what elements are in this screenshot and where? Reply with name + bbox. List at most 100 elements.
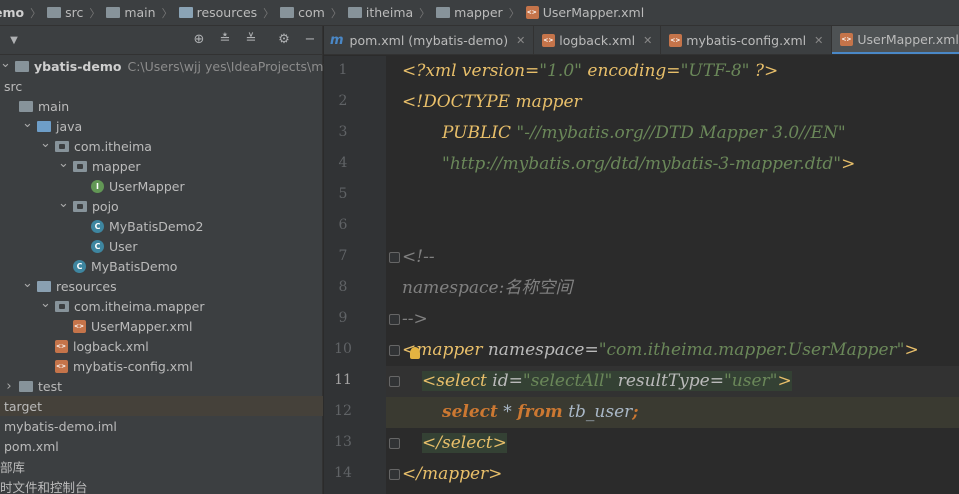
chevron-down-icon[interactable]: ▼	[6, 33, 22, 49]
collapse-all-icon[interactable]: ≚	[243, 32, 259, 48]
tree-item[interactable]: › test	[0, 376, 323, 396]
tree-item[interactable]: ⌄ ybatis-demo C:\Users\wjj yes\IdeaProject…	[0, 56, 385, 76]
tree-item[interactable]: ⌄ com.itheima	[0, 136, 323, 156]
chevron-down-icon[interactable]: ⌄	[58, 156, 69, 171]
tree-item[interactable]: pom.xml	[0, 436, 323, 456]
locate-icon[interactable]: ⊕	[191, 32, 207, 48]
folder-icon	[47, 7, 62, 18]
lightbulb-icon[interactable]	[410, 347, 420, 359]
breadcrumb-src[interactable]: src	[47, 5, 83, 20]
tree-item[interactable]: I UserMapper	[0, 176, 323, 196]
line-number: 6	[338, 217, 348, 233]
tree-item-label: User	[109, 238, 138, 254]
tree-item[interactable]: main	[0, 96, 323, 116]
line-number: 9	[338, 310, 348, 326]
breadcrumb-itheima[interactable]: itheima	[347, 5, 413, 20]
xml-file-icon	[669, 34, 683, 47]
chevron-down-icon[interactable]: ⌄	[22, 116, 33, 131]
code-line-2: <!DOCTYPE mapper	[402, 92, 582, 112]
tree-item-label: logback.xml	[73, 338, 149, 354]
line-number: 12	[334, 403, 352, 419]
breadcrumb-resources[interactable]: resources	[178, 5, 257, 20]
fold-marker-icon[interactable]	[389, 345, 400, 356]
breadcrumb-com[interactable]: com	[280, 5, 325, 20]
tree-item-label: pojo	[92, 198, 119, 214]
chevron-right-icon[interactable]: ›	[4, 379, 14, 394]
line-number: 3	[338, 124, 348, 140]
editor-tabs: m pom.xml (mybatis-demo) ✕ logback.xml ✕…	[324, 26, 959, 55]
tree-item[interactable]: mybatis-config.xml	[0, 356, 323, 376]
class-icon: C	[91, 239, 104, 253]
xml-file-icon	[73, 319, 86, 333]
tab-mybatis-config-xml[interactable]: mybatis-config.xml ✕	[661, 26, 833, 54]
line-number: 10	[334, 341, 352, 357]
breadcrumb-project[interactable]: emo	[0, 5, 24, 20]
line-number: 7	[338, 248, 348, 264]
tree-item[interactable]: 部库	[0, 456, 323, 476]
tree-item-label: com.itheima.mapper	[74, 298, 205, 314]
line-number: 4	[338, 155, 348, 171]
code-line-4: "http://mybatis.org/dtd/mybatis-3-mapper…	[442, 154, 856, 174]
chevron-down-icon[interactable]: ⌄	[22, 276, 33, 291]
tree-item[interactable]: mybatis-demo.iml	[0, 416, 323, 436]
tab-label: pom.xml (mybatis-demo)	[349, 33, 509, 48]
tree-item[interactable]: UserMapper.xml	[0, 316, 323, 336]
tree-item[interactable]: src	[0, 76, 323, 96]
chevron-right-icon: 〉	[161, 6, 173, 20]
chevron-right-icon: 〉	[30, 6, 42, 20]
code-line-3: PUBLIC "-//mybatis.org//DTD Mapper 3.0//…	[442, 123, 846, 143]
tab-logback-xml[interactable]: logback.xml ✕	[534, 26, 662, 54]
tree-item[interactable]: logback.xml	[0, 336, 323, 356]
tree-item[interactable]: target	[0, 396, 323, 416]
chevron-right-icon: 〉	[508, 6, 520, 20]
fold-marker-icon[interactable]	[389, 469, 400, 480]
close-icon[interactable]: ✕	[814, 34, 823, 47]
tree-item[interactable]: ⌄ pojo	[0, 196, 323, 216]
tree-item-label: 时文件和控制台	[0, 479, 88, 494]
fold-marker-icon[interactable]	[389, 314, 400, 325]
hide-icon[interactable]: −	[302, 32, 318, 48]
tree-item[interactable]: ⌄ com.itheima.mapper	[0, 296, 323, 316]
close-icon[interactable]: ✕	[516, 34, 525, 47]
tree-item-label: src	[4, 78, 23, 94]
tree-item-label: test	[38, 378, 63, 394]
chevron-down-icon[interactable]: ⌄	[40, 136, 51, 151]
tree-item-label: pom.xml	[4, 438, 59, 454]
tree-item[interactable]: C MyBatisDemo	[0, 256, 323, 276]
folder-icon	[178, 7, 193, 18]
close-icon[interactable]: ✕	[643, 34, 652, 47]
line-gutter: 1 2 3 4 5 6 7 8 9 10 11 12 13 14	[324, 56, 386, 494]
tree-item[interactable]: 时文件和控制台	[0, 476, 323, 494]
xml-file-icon	[55, 339, 68, 353]
xml-file-icon	[840, 32, 854, 46]
tree-item[interactable]: ⌄ java	[0, 116, 323, 136]
tree-item[interactable]: ⌄ mapper	[0, 156, 323, 176]
tab-label: mybatis-config.xml	[686, 33, 807, 48]
tree-item-label: UserMapper	[109, 178, 185, 194]
expand-all-icon[interactable]: ≛	[217, 32, 233, 48]
chevron-down-icon[interactable]: ⌄	[0, 56, 11, 71]
tree-item-label: mybatis-demo.iml	[4, 418, 117, 434]
line-number: 2	[338, 93, 348, 109]
code-line-13: </select>	[422, 433, 507, 453]
settings-gear-icon[interactable]: ⚙	[276, 32, 292, 48]
fold-marker-icon[interactable]	[389, 252, 400, 263]
code-editor[interactable]: 1 2 3 4 5 6 7 8 9 10 11 12 13 14 <?xml version="1.0" …	[324, 56, 959, 494]
code-line-9: -->	[402, 309, 428, 329]
tree-item[interactable]: ⌄ resources	[0, 276, 323, 296]
tree-item[interactable]: C MyBatisDemo2	[0, 216, 323, 236]
fold-marker-icon[interactable]	[389, 438, 400, 449]
line-number: 1	[338, 62, 348, 78]
tab-pom-xml[interactable]: m pom.xml (mybatis-demo) ✕	[324, 26, 535, 54]
package-icon	[55, 300, 69, 312]
tab-usermapper-xml[interactable]: UserMapper.xml ✕	[832, 26, 959, 54]
chevron-down-icon[interactable]: ⌄	[58, 196, 69, 211]
breadcrumb-mapper[interactable]: mapper	[436, 5, 503, 20]
fold-marker-icon[interactable]	[389, 376, 400, 387]
tree-item[interactable]: C User	[0, 236, 323, 256]
breadcrumb-main[interactable]: main	[106, 5, 156, 20]
breadcrumb-file[interactable]: UserMapper.xml	[525, 5, 644, 20]
package-icon	[73, 160, 87, 172]
code-line-11: <select id="selectAll" resultType="user"…	[422, 371, 792, 391]
chevron-down-icon[interactable]: ⌄	[40, 296, 51, 311]
